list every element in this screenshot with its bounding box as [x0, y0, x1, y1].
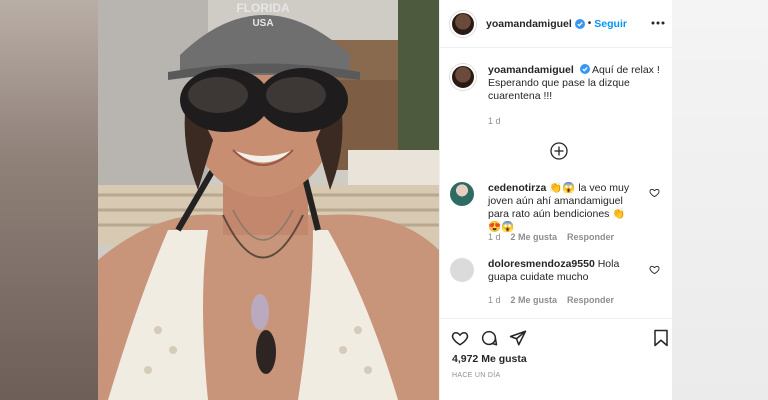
caption-avatar[interactable]: [450, 64, 476, 90]
verified-badge-icon: [579, 64, 590, 74]
post-photo[interactable]: FLORIDA USA: [98, 0, 439, 400]
reply-button[interactable]: Responder: [567, 295, 614, 305]
selfie-illustration: FLORIDA USA: [98, 0, 439, 400]
verified-badge-icon: [574, 18, 585, 29]
background-blur-left: [0, 0, 98, 400]
comment-item: doloresmendoza9550 Hola guapa cuidate mu…: [450, 258, 665, 284]
comment-time[interactable]: 1 d: [488, 295, 501, 305]
commenter-avatar[interactable]: [450, 182, 474, 206]
bookmark-icon[interactable]: [652, 329, 670, 347]
caption-timestamp[interactable]: 1 d: [488, 116, 501, 126]
heart-icon[interactable]: [649, 264, 660, 275]
commenter-avatar[interactable]: [450, 258, 474, 282]
comment-meta: 1 d 2 Me gusta Responder: [488, 232, 614, 242]
heart-icon[interactable]: [451, 329, 469, 347]
caption-username[interactable]: yoamandamiguel: [488, 64, 574, 76]
commenter-username[interactable]: cedenotirza: [488, 182, 546, 194]
add-circle-icon[interactable]: [550, 142, 568, 160]
hat-text-1: FLORIDA: [236, 1, 290, 15]
author-avatar[interactable]: [450, 10, 476, 37]
more-options-icon[interactable]: [651, 16, 665, 30]
comment-likes[interactable]: 2 Me gusta: [511, 295, 558, 305]
author-username[interactable]: yoamandamiguel: [486, 18, 572, 30]
comment-likes[interactable]: 2 Me gusta: [511, 232, 558, 242]
like-count[interactable]: 4,972 Me gusta: [452, 353, 527, 365]
post-actions: 4,972 Me gusta HACE UN DÍA: [440, 318, 673, 400]
comment-item: cedenotirza 👏😱 la veo muy joven aún ahí …: [450, 182, 665, 234]
comment-icon[interactable]: [480, 329, 498, 347]
share-icon[interactable]: [509, 329, 527, 347]
comment-meta: 1 d 2 Me gusta Responder: [488, 295, 614, 305]
comment-time[interactable]: 1 d: [488, 232, 501, 242]
post-caption: yoamandamiguel Aquí de relax ! Esperando…: [450, 64, 665, 103]
post-timestamp[interactable]: HACE UN DÍA: [452, 372, 500, 379]
reply-button[interactable]: Responder: [567, 232, 614, 242]
post-side-panel: yoamandamiguel • Seguir yoamandamiguel A…: [439, 0, 673, 400]
background-right: [672, 0, 768, 400]
hat-text-2: USA: [252, 18, 273, 29]
follow-button[interactable]: Seguir: [594, 18, 627, 30]
separator-dot: •: [587, 18, 592, 29]
heart-icon[interactable]: [649, 187, 660, 198]
post-header: yoamandamiguel • Seguir: [440, 0, 673, 48]
commenter-username[interactable]: doloresmendoza9550: [488, 258, 595, 270]
